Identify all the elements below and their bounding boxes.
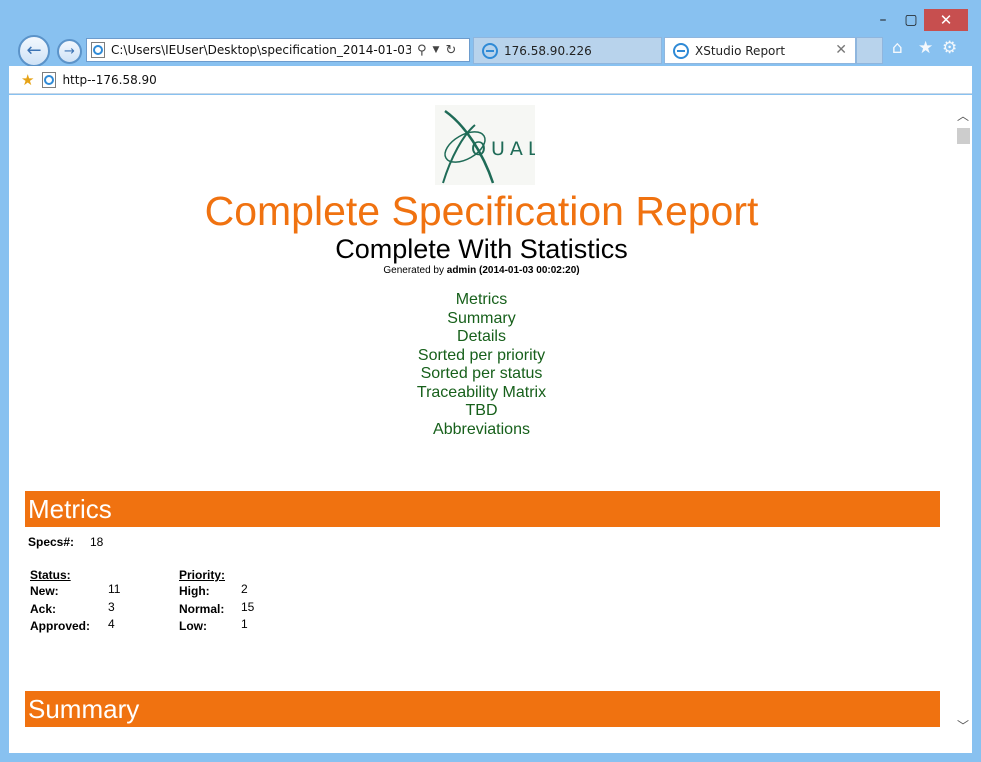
tab-xstudio-report[interactable]: XStudio Report ✕ [664, 37, 856, 64]
toc-link-abbreviations[interactable]: Abbreviations [9, 421, 954, 440]
tab-176-58-90-226[interactable]: 176.58.90.226 [473, 37, 662, 64]
toc-link-sorted-per-priority[interactable]: Sorted per priority [9, 347, 954, 366]
browser-window: – ▢ ✕ ← → C:\Users\IEUser\Desktop\specif… [0, 0, 981, 762]
maximize-button[interactable]: ▢ [898, 9, 924, 31]
report-title: Complete Specification Report [204, 188, 759, 234]
generated-prefix: Generated by [383, 265, 444, 276]
page-content: QUAL Complete Specification Report Compl… [9, 95, 972, 753]
section-heading-metrics: Metrics [25, 491, 940, 527]
favorites-star-icon[interactable]: ★ [918, 38, 933, 58]
generated-date: (2014-01-03 00:02:20) [479, 265, 580, 276]
report-subtitle: Complete With Statistics [335, 234, 628, 264]
dropdown-arrow-icon[interactable]: ▼ [433, 45, 440, 55]
tab-label: 176.58.90.226 [504, 43, 592, 58]
xqual-logo: QUAL [435, 105, 538, 185]
svg-text:QUAL: QUAL [471, 138, 535, 160]
refresh-icon[interactable]: ↻ [445, 43, 456, 58]
status-value-ack: 3 [108, 599, 115, 614]
specs-count: Specs#: 18 [28, 535, 103, 549]
toc-link-metrics[interactable]: Metrics [9, 291, 954, 310]
add-favorite-icon[interactable]: ★ [21, 71, 34, 89]
close-tab-icon[interactable]: ✕ [835, 42, 847, 58]
status-value-new: 11 [108, 582, 121, 596]
generated-user: admin [446, 265, 477, 276]
priority-label-low: Low: [179, 619, 207, 633]
status-label-ack: Ack: [30, 601, 57, 616]
priority-heading: Priority: [179, 568, 226, 582]
tab-label: XStudio Report [695, 43, 786, 58]
address-input[interactable]: C:\Users\IEUser\Desktop\specification_20… [111, 43, 411, 57]
specs-value: 18 [90, 535, 104, 549]
toc-link-summary[interactable]: Summary [9, 310, 954, 329]
scroll-up-icon[interactable]: ︿ [954, 107, 972, 124]
scroll-down-icon[interactable]: ﹀ [954, 717, 972, 734]
gear-icon[interactable]: ⚙ [942, 38, 957, 58]
status-heading: Status: [30, 568, 71, 582]
arrow-left-icon: ← [26, 40, 42, 61]
ie-page-icon [91, 42, 105, 58]
status-value-approved: 4 [108, 617, 115, 631]
ie-icon [482, 42, 498, 59]
priority-group: Priority: High: 2 Normal: 15 Low: 1 [179, 568, 254, 637]
priority-label-high: High: [179, 584, 210, 598]
back-button[interactable]: ← [18, 35, 50, 67]
home-icon[interactable]: ⌂ [892, 38, 903, 58]
status-label-approved: Approved: [30, 619, 90, 633]
toc-link-sorted-per-status[interactable]: Sorted per status [9, 365, 954, 384]
status-label-new: New: [30, 584, 59, 598]
ie-icon [673, 42, 689, 59]
address-bar[interactable]: C:\Users\IEUser\Desktop\specification_20… [86, 38, 470, 62]
priority-label-normal: Normal: [179, 601, 225, 616]
toc-link-traceability-matrix[interactable]: Traceability Matrix [9, 384, 954, 403]
vertical-scrollbar[interactable]: ︿ ﹀ [954, 95, 972, 753]
specs-label: Specs#: [28, 535, 75, 549]
priority-value-low: 1 [241, 617, 248, 631]
ie-page-icon [42, 71, 57, 88]
close-button[interactable]: ✕ [924, 9, 968, 31]
scrollbar-thumb[interactable] [957, 128, 970, 144]
toc-link-tbd[interactable]: TBD [9, 402, 954, 421]
priority-value-normal: 15 [241, 599, 255, 614]
favorite-link[interactable]: http--176.58.90 [62, 73, 156, 87]
arrow-right-icon: → [64, 44, 75, 59]
search-icon[interactable]: ⚲ [417, 43, 427, 58]
priority-value-high: 2 [241, 582, 248, 596]
new-tab-button[interactable] [856, 37, 883, 64]
favorites-bar: ★ http--176.58.90 [9, 66, 972, 94]
status-group: Status: New: 11 Ack: 3 Approved: 4 [30, 568, 120, 637]
minimize-button[interactable]: – [870, 9, 896, 31]
toc-link-details[interactable]: Details [9, 328, 954, 347]
generated-info: Generated by admin (2014-01-03 00:02:20) [9, 265, 954, 276]
section-heading-summary: Summary [25, 691, 940, 727]
forward-button[interactable]: → [57, 39, 82, 64]
table-of-contents: Metrics Summary Details Sorted per prior… [9, 291, 954, 439]
